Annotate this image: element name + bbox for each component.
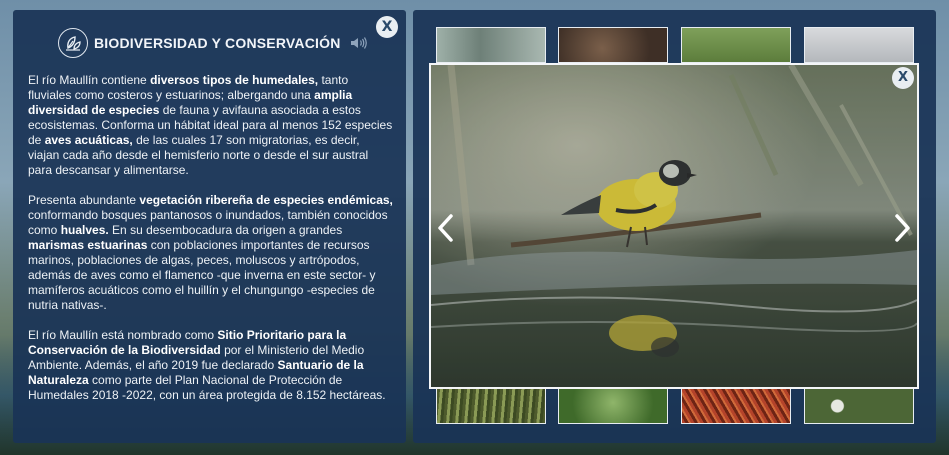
text-run-bold: aves acuáticas, [44, 133, 133, 147]
text-run-bold: marismas estuarinas [28, 238, 148, 252]
thumbnail-6[interactable] [558, 388, 668, 424]
ecology-leaves-icon [58, 28, 88, 58]
thumbnail-8[interactable] [804, 388, 914, 424]
paragraph-conservacion: El río Maullín está nombrado como Sitio … [28, 328, 393, 403]
speaker-icon[interactable] [349, 35, 369, 51]
info-body: El río Maullín contiene diversos tipos d… [28, 73, 393, 418]
text-run: El río Maullín está nombrado como [28, 328, 218, 342]
chevron-right-icon[interactable] [890, 210, 916, 246]
thumbnail-3[interactable] [681, 27, 791, 63]
thumbnail-7[interactable] [681, 388, 791, 424]
text-run-bold: hualves. [60, 223, 109, 237]
thumbnail-1[interactable] [436, 27, 546, 63]
text-run-bold: vegetación ribereña de especies endémica… [139, 193, 393, 207]
thumbnail-5[interactable] [436, 388, 546, 424]
thumbnail-2[interactable] [558, 27, 668, 63]
text-run: El río Maullín contiene [28, 73, 151, 87]
text-run-bold: diversos tipos de humedales, [150, 73, 319, 87]
paragraph-vegetacion: Presenta abundante vegetación ribereña d… [28, 193, 393, 313]
info-header: BIODIVERSIDAD Y CONSERVACIÓN [58, 28, 369, 58]
text-run: Presenta abundante [28, 193, 140, 207]
info-close-button[interactable]: X [376, 16, 398, 38]
paragraph-humedales: El río Maullín contiene diversos tipos d… [28, 73, 393, 178]
text-run: En su desembocadura da origen a grandes [108, 223, 343, 237]
thumbnail-4[interactable] [804, 27, 914, 63]
lightbox-image [429, 63, 919, 389]
info-title: BIODIVERSIDAD Y CONSERVACIÓN [94, 35, 341, 51]
lightbox-close-button[interactable]: X [892, 67, 914, 89]
chevron-left-icon[interactable] [432, 210, 458, 246]
info-panel: X BIODIVERSIDAD Y CONSERVACIÓN El río Ma… [13, 10, 406, 443]
